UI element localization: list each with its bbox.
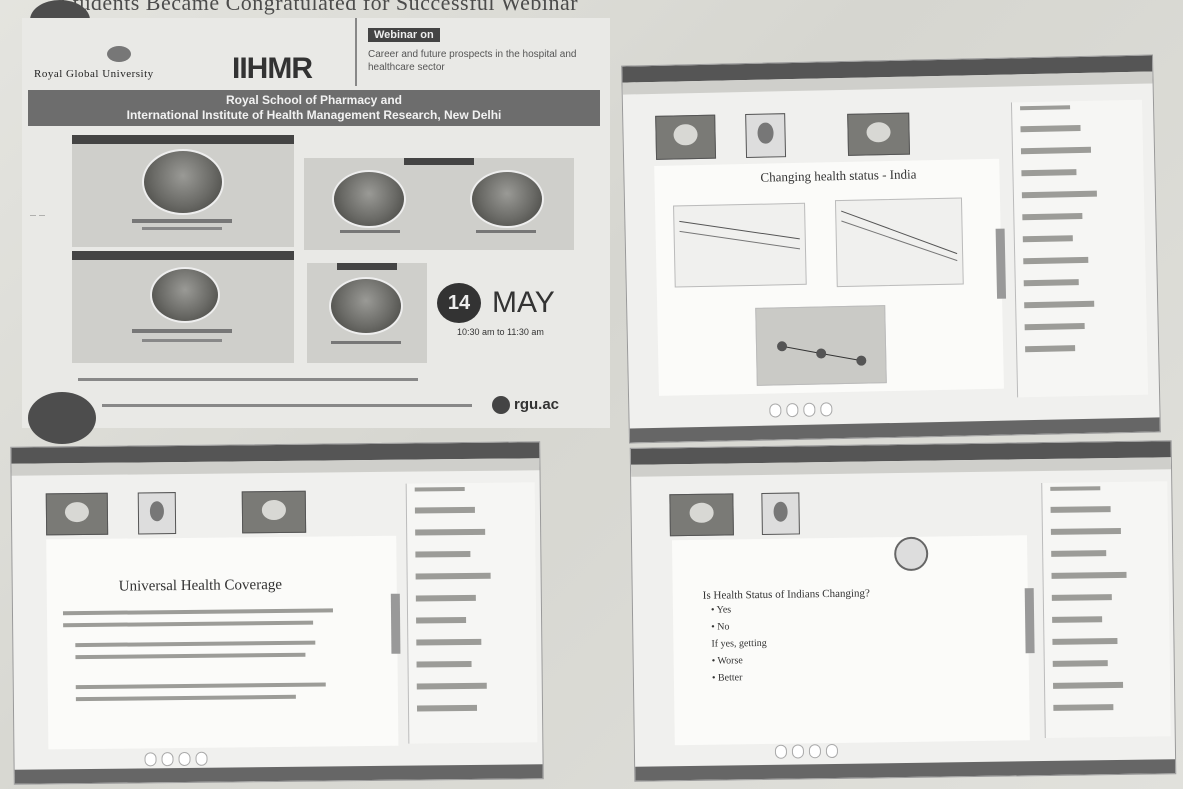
website-link: rgu.ac [492, 396, 559, 415]
dot-chart [755, 305, 887, 386]
bullet-item: • Worse [711, 655, 743, 667]
bullet-item: • No [711, 621, 730, 633]
line-chart [834, 197, 964, 288]
speaker-photo [329, 277, 403, 335]
participant-video [761, 492, 800, 535]
moderator-card [307, 263, 427, 363]
trend-lines [679, 220, 801, 250]
dots [777, 341, 867, 366]
camera-button[interactable] [791, 744, 805, 759]
speaker-photo [150, 267, 220, 323]
line-chart [673, 202, 807, 288]
shared-slide: Is Health Status of Indians Changing? • … [671, 535, 1030, 746]
participant-video [847, 112, 911, 156]
mic-button[interactable] [769, 403, 782, 418]
meeting-controls [774, 742, 843, 760]
webinar-poster: Royal Global University IIHMR Webinar on… [22, 18, 610, 428]
participant-video [669, 493, 734, 537]
scrollbar[interactable] [390, 593, 401, 654]
share-button[interactable] [178, 752, 191, 767]
mic-button[interactable] [774, 744, 788, 760]
slide-title: Changing health status - India [760, 166, 917, 185]
event-day: 14 [437, 283, 481, 323]
event-time: 10:30 am to 11:30 am [457, 327, 544, 337]
globe-icon [492, 396, 510, 415]
slide-bullets: • Yes • No If yes, getting • Worse • Bet… [711, 601, 767, 687]
participant-video [45, 492, 109, 536]
webinar-topic: Career and future prospects in the hospi… [368, 49, 577, 73]
participant-video [137, 492, 177, 535]
participant-video [241, 490, 307, 534]
slide-title: Universal Health Coverage [118, 576, 283, 595]
patron-card [72, 251, 294, 363]
meeting-screenshot-bottom-right: Is Health Status of Indians Changing? • … [629, 440, 1177, 782]
organizer-banner: Royal School of Pharmacy and Internation… [28, 90, 600, 126]
event-month: MAY [492, 286, 555, 319]
speaker-photo [142, 149, 224, 215]
meeting-screenshot-bottom-left: Universal Health Coverage [10, 441, 544, 785]
share-button[interactable] [803, 402, 816, 418]
newspaper-headline: Students Became Congratulated for Succes… [60, 0, 579, 15]
record-button[interactable] [195, 752, 208, 767]
bullet-item: • Yes [710, 604, 732, 616]
scrollbar[interactable] [1024, 588, 1035, 654]
webinar-tag: Webinar on [368, 28, 440, 42]
trend-lines [841, 210, 958, 262]
scrollbar[interactable] [995, 228, 1007, 299]
participants-panel [405, 482, 538, 744]
meeting-screenshot-top-right: Changing health status - India [621, 54, 1161, 444]
shared-slide: Universal Health Coverage [46, 535, 399, 750]
chief-patron-card [72, 135, 294, 247]
university-logo-icon [107, 46, 131, 62]
camera-button[interactable] [786, 403, 799, 418]
record-button[interactable] [825, 744, 839, 759]
divider [355, 18, 357, 86]
participant-video [655, 114, 717, 160]
banner-line-1: Royal School of Pharmacy and [225, 93, 403, 107]
shared-slide: Changing health status - India [654, 158, 1004, 396]
participant-video [745, 113, 787, 159]
bullet-item: • Better [711, 672, 743, 684]
record-button[interactable] [820, 402, 833, 417]
bullet-item: If yes, getting [711, 637, 767, 650]
mic-button[interactable] [144, 752, 157, 767]
participants-panel [1010, 99, 1149, 398]
speaker-photo [332, 170, 406, 228]
slide-title: Is Health Status of Indians Changing? [702, 587, 870, 602]
meeting-controls [144, 750, 212, 767]
participants-panel [1041, 481, 1171, 739]
partner-logo: IIHMR [232, 52, 313, 85]
ink-blot [28, 392, 96, 444]
speaker-photo [470, 170, 544, 228]
share-button[interactable] [808, 744, 822, 759]
speakers-card [304, 158, 574, 250]
university-name: Royal Global University [34, 68, 154, 80]
meeting-controls [769, 400, 837, 418]
emblem-icon [893, 536, 929, 572]
banner-line-2: International Institute of Health Manage… [126, 108, 502, 122]
camera-button[interactable] [161, 752, 174, 767]
